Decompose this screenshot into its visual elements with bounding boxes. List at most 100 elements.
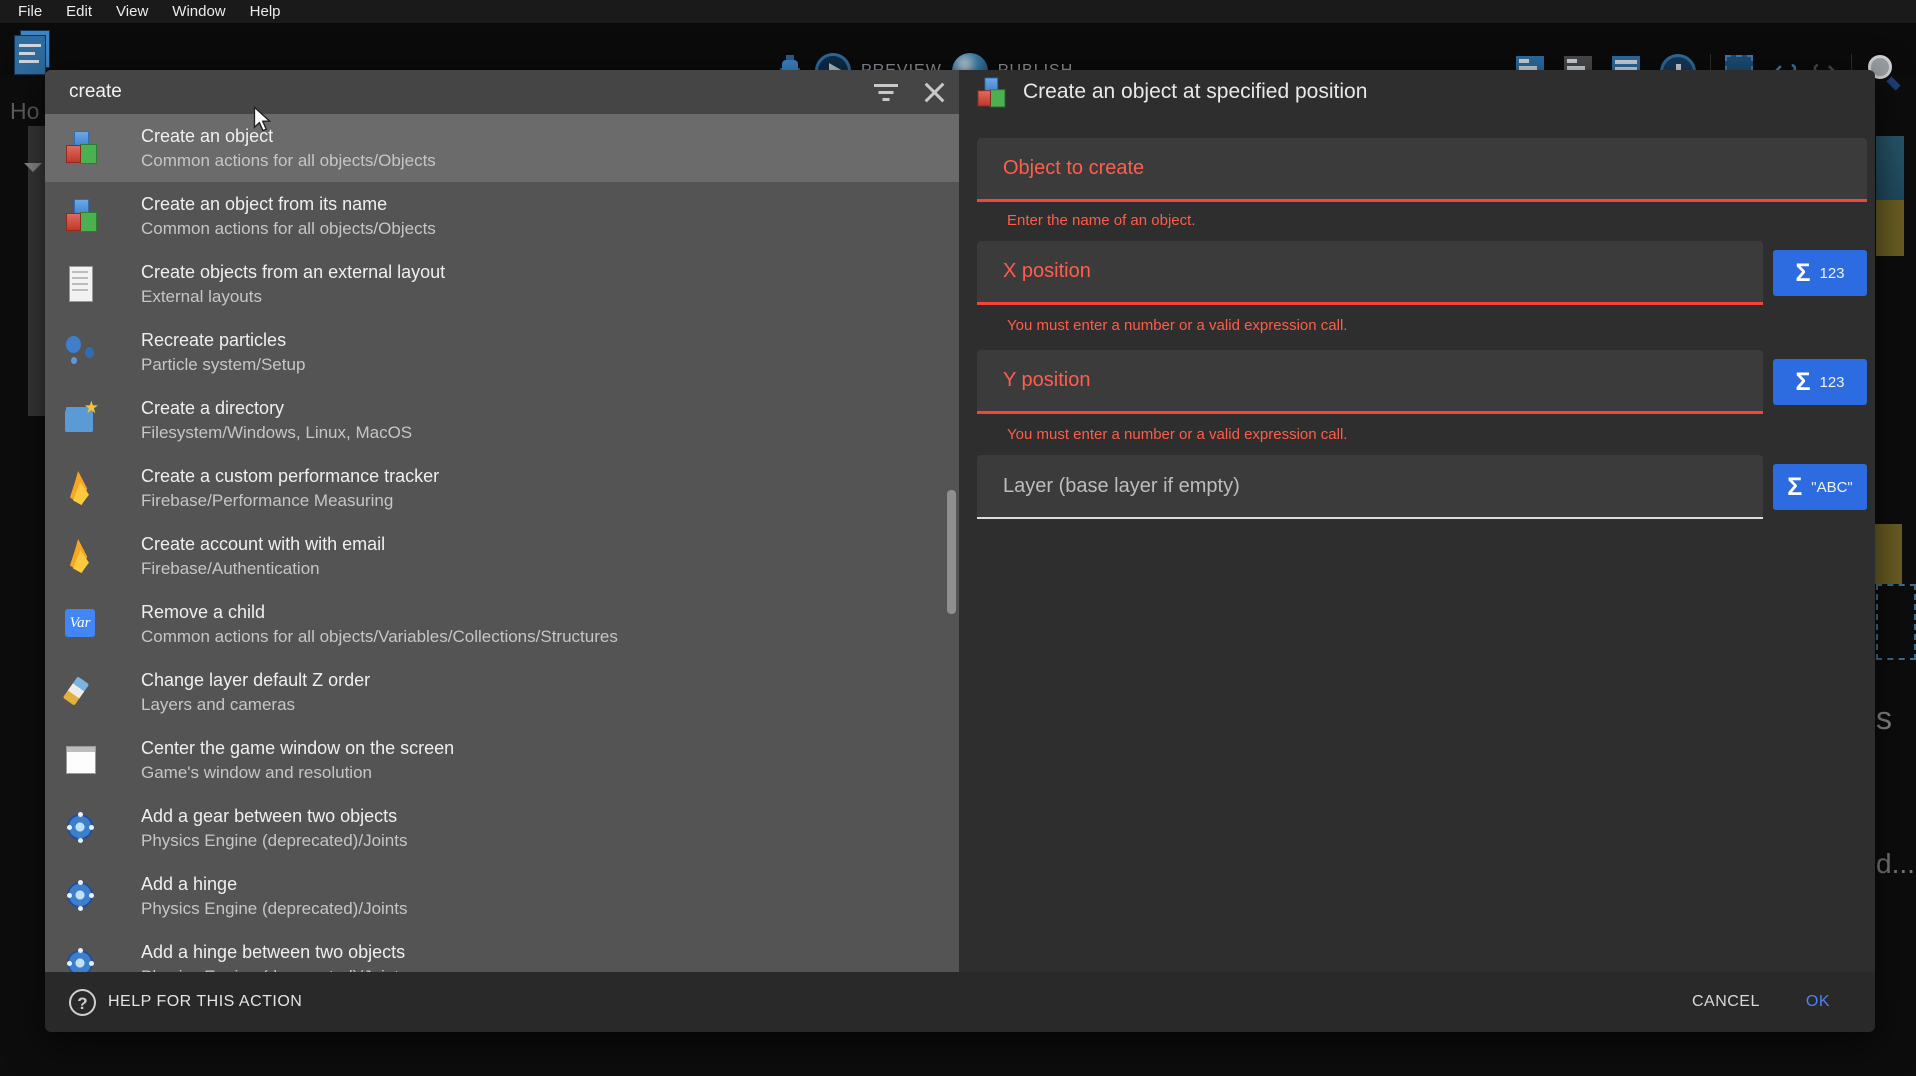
action-result-row[interactable]: Recreate particles Particle system/Setup [45,318,959,386]
action-title: Create a custom performance tracker [141,464,439,489]
cubes-icon [63,130,99,166]
mouse-cursor [250,106,274,137]
help-button[interactable]: ? HELP FOR THIS ACTION [69,989,302,1016]
action-title: Create an object from its name [141,192,436,217]
action-group: Physics Engine (deprecated)/Joints [141,897,407,921]
search-input[interactable]: create [69,81,873,103]
action-group: Filesystem/Windows, Linux, MacOS [141,421,412,445]
folder-icon [63,402,99,438]
firebase-icon [63,538,99,574]
action-group: Physics Engine (deprecated)/Joints [141,965,407,973]
action-group: Firebase/Authentication [141,557,385,581]
expression-type-label: "ABC" [1811,479,1853,496]
action-result-row[interactable]: Create a custom performance tracker Fire… [45,454,959,522]
menu-bar: File Edit View Window Help [0,0,1916,23]
main-toolbar: PREVIEW PUBLISH ↩ ↪ [0,23,1916,75]
expression-builder-button[interactable]: Σ 123 [1773,250,1867,296]
action-title: Add a hinge [141,872,407,897]
physics-icon [63,810,99,846]
action-title: Create a directory [141,396,412,421]
expression-builder-button[interactable]: Σ "ABC" [1773,464,1867,510]
action-result-row[interactable]: Add a hinge Physics Engine (deprecated)/… [45,862,959,930]
action-title: Create account with with email [141,532,385,557]
action-result-row[interactable]: Add a hinge between two objects Physics … [45,930,959,972]
expression-type-label: 123 [1819,265,1844,282]
background-thumbnail-teal [1876,136,1904,200]
expression-builder-button[interactable]: Σ 123 [1773,359,1867,405]
expression-type-label: 123 [1819,374,1844,391]
action-title: Add a gear between two objects [141,804,407,829]
menu-file[interactable]: File [8,1,52,22]
action-group: Game's window and resolution [141,761,454,785]
layers-icon [63,674,99,710]
field-helper-text: Enter the name of an object. [977,212,1867,229]
action-group: Physics Engine (deprecated)/Joints [141,829,407,853]
action-result-row[interactable]: Create an object Common actions for all … [45,114,959,182]
action-title: Create an object [141,124,436,149]
action-result-row[interactable]: Create objects from an external layout E… [45,250,959,318]
menu-window[interactable]: Window [162,1,235,22]
menu-edit[interactable]: Edit [56,1,102,22]
app-screen: File Edit View Window Help PREVIEW PUBLI… [0,0,1916,1076]
layer-field[interactable]: Layer (base layer if empty) [977,455,1763,519]
action-detail-panel: Create an object at specified position O… [959,70,1875,972]
action-result-row[interactable]: Create a directory Filesystem/Windows, L… [45,386,959,454]
action-title: Recreate particles [141,328,305,353]
action-group: External layouts [141,285,445,309]
background-text-partial: d... [1876,848,1915,880]
action-result-row[interactable]: Create account with with email Firebase/… [45,522,959,590]
action-title: Change layer default Z order [141,668,370,693]
var-icon [63,606,99,642]
cubes-icon [975,77,1006,108]
x-position-field[interactable]: X position [977,241,1763,305]
chevron-down-icon[interactable] [24,163,42,172]
background-thumbnail-olive [1874,524,1902,584]
sigma-icon: Σ [1795,261,1810,286]
menu-help[interactable]: Help [240,1,291,22]
background-text-partial: s [1876,700,1892,737]
dialog-footer: ? HELP FOR THIS ACTION CANCEL OK [45,972,1875,1032]
action-results-list: Create an object Common actions for all … [45,114,959,972]
action-group: Common actions for all objects/Objects [141,149,436,173]
action-result-row[interactable]: Change layer default Z order Layers and … [45,658,959,726]
action-group: Firebase/Performance Measuring [141,489,439,513]
action-result-row[interactable]: Add a gear between two objects Physics E… [45,794,959,862]
detail-content: Object to create Enter the name of an ob… [959,114,1875,519]
firebase-icon [63,470,99,506]
field-error-text: You must enter a number or a valid expre… [977,317,1867,334]
help-icon: ? [69,989,96,1016]
object-to-create-field[interactable]: Object to create [977,138,1867,202]
scrollbar-thumb[interactable] [947,490,956,614]
detail-title: Create an object at specified position [1023,80,1367,104]
menu-view[interactable]: View [106,1,158,22]
action-title: Add a hinge between two objects [141,940,407,965]
filter-icon[interactable] [873,82,899,102]
close-icon[interactable] [923,81,945,103]
ok-button[interactable]: OK [1806,993,1830,1011]
search-bar[interactable]: create [45,70,959,114]
field-error-text: You must enter a number or a valid expre… [977,426,1867,443]
background-thumbnail-olive [1876,200,1904,256]
field-label: Y position [1003,369,1090,392]
cancel-button[interactable]: CANCEL [1692,993,1760,1011]
field-label: Layer (base layer if empty) [1003,475,1240,498]
detail-header: Create an object at specified position [959,70,1875,114]
help-label: HELP FOR THIS ACTION [108,993,302,1011]
instruction-editor-dialog: create Create an object Common actions f… [45,70,1875,1032]
action-group: Common actions for all objects/Objects [141,217,436,241]
document-icon [63,266,99,302]
action-result-row[interactable]: Create an object from its name Common ac… [45,182,959,250]
cubes-icon [63,198,99,234]
background-selection-outline [1876,584,1916,660]
action-group: Common actions for all objects/Variables… [141,625,618,649]
action-result-row[interactable]: Center the game window on the screen Gam… [45,726,959,794]
action-group: Particle system/Setup [141,353,305,377]
y-position-field[interactable]: Y position [977,350,1763,414]
particles-icon [63,334,99,370]
physics-icon [63,946,99,972]
action-result-row[interactable]: Remove a child Common actions for all ob… [45,590,959,658]
action-title: Center the game window on the screen [141,736,454,761]
field-label: Object to create [1003,157,1144,180]
action-title: Create objects from an external layout [141,260,445,285]
home-tab-partial: Ho [10,98,39,125]
